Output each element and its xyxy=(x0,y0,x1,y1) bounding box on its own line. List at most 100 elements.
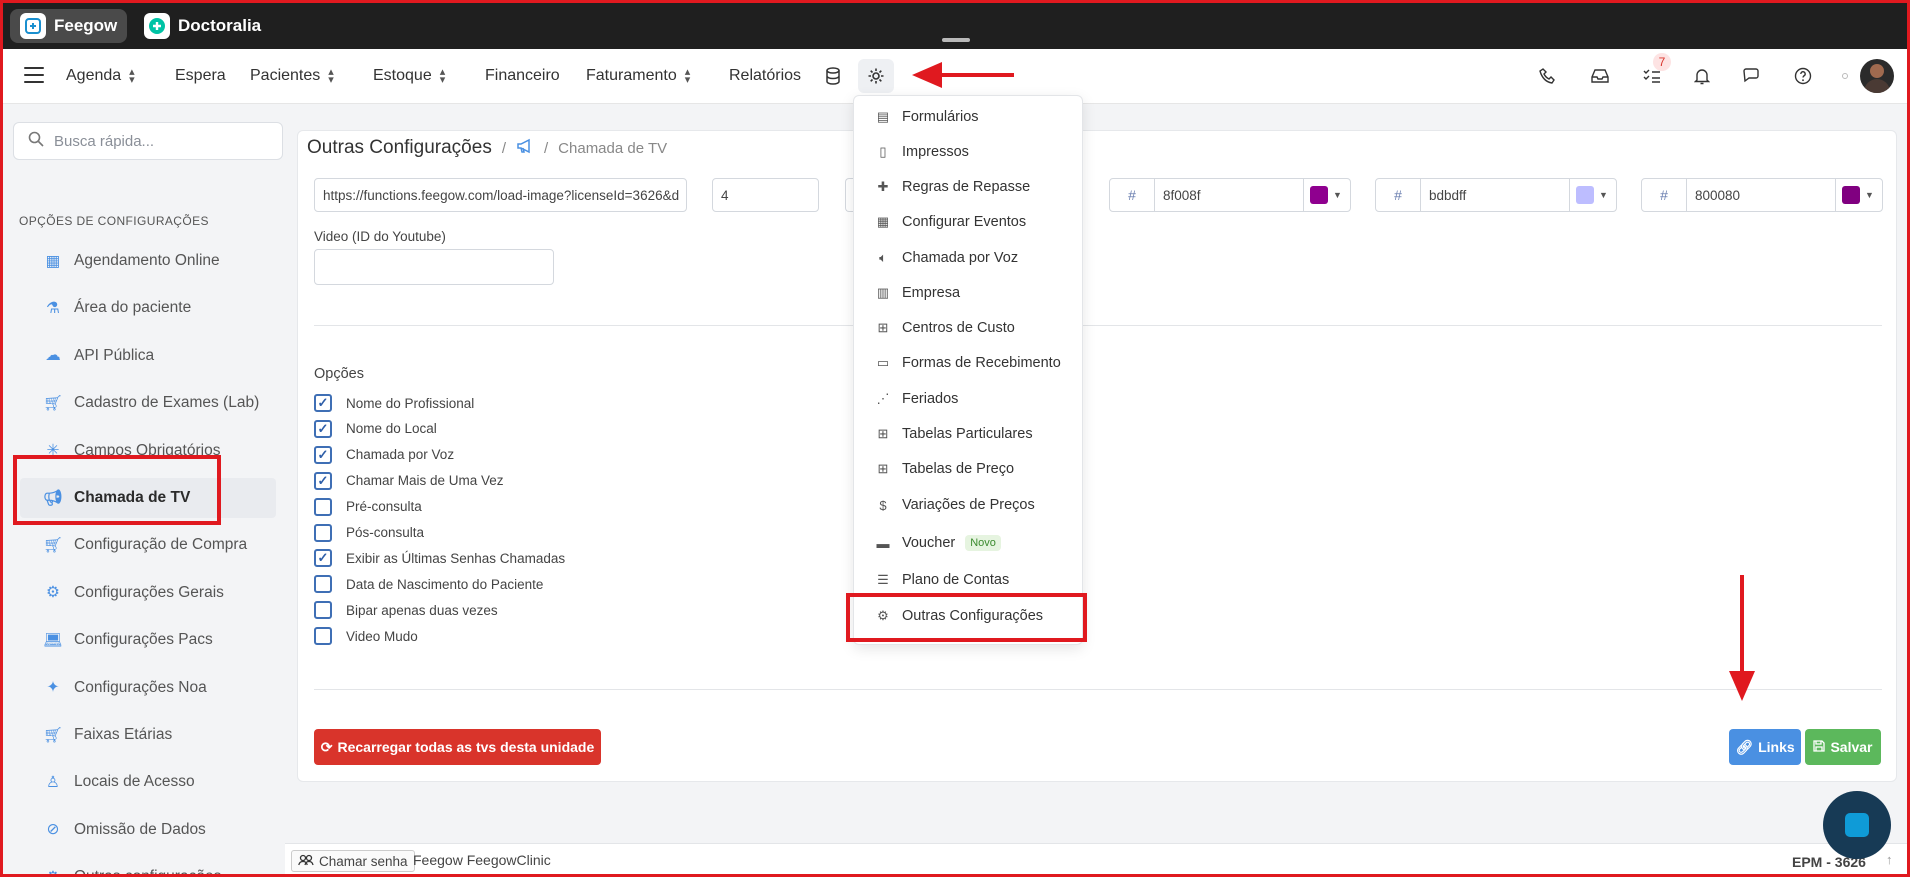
option-checkbox[interactable] xyxy=(314,523,332,542)
option-checkbox[interactable]: ✓ xyxy=(314,471,332,490)
option-row[interactable]: ✓ Chamada por Voz xyxy=(314,445,454,465)
option-row[interactable]: Data de Nascimento do Paciente xyxy=(314,574,543,594)
breadcrumb-separator: / xyxy=(501,139,506,157)
settings-menu-item[interactable]: ▬ Voucher Novo xyxy=(874,534,1001,552)
window-grip[interactable] xyxy=(942,38,970,42)
sidebar-item[interactable]: ✦ Configurações Noa xyxy=(20,668,276,708)
settings-menu-item[interactable]: ⊞ Centros de Custo xyxy=(874,319,1015,337)
sidebar-item[interactable]: ⚗ Área do paciente xyxy=(20,288,276,328)
sidebar-item[interactable]: ♙ Locais de Acesso xyxy=(20,762,276,802)
button-label: Chamar senha xyxy=(319,853,408,869)
annotation-box-sidebar xyxy=(13,455,221,525)
table-icon: ⊞ xyxy=(877,461,889,476)
sidebar-item-label: Cadastro de Exames (Lab) xyxy=(74,394,260,412)
sidebar-item[interactable]: ▦ Agendamento Online xyxy=(20,241,276,281)
color-field-2[interactable]: bdbdff xyxy=(1420,178,1570,212)
chat-icon[interactable] xyxy=(1740,64,1764,88)
option-row[interactable]: ✓ Nome do Profissional xyxy=(314,393,474,413)
app-tab-feegow[interactable]: Feegow xyxy=(10,9,128,43)
dollar-icon: $ xyxy=(879,497,887,513)
settings-menu-item[interactable]: ▦ Configurar Eventos xyxy=(874,213,1026,231)
sidebar-item[interactable]: 🛒︎ Faixas Etárias xyxy=(20,715,276,755)
option-checkbox[interactable]: ✓ xyxy=(314,394,332,412)
nav-espera[interactable]: Espera xyxy=(175,67,226,85)
color-picker-2[interactable]: ▼ xyxy=(1569,178,1617,212)
option-label: Data de Nascimento do Paciente xyxy=(346,576,544,592)
nav-agenda[interactable]: Agenda ▴ ▾ xyxy=(66,67,135,86)
database-icon[interactable] xyxy=(821,64,845,88)
search-input[interactable]: Busca rápida... xyxy=(13,122,283,160)
image-url-field[interactable]: https://functions.feegow.com/load-image?… xyxy=(314,178,687,212)
cogs-icon: ⚙ xyxy=(46,584,60,602)
settings-menu-item[interactable]: ▤ Formulários xyxy=(874,108,979,126)
settings-menu-label: Chamada por Voz xyxy=(902,250,1019,266)
nav-label: Relatórios xyxy=(729,67,802,84)
settings-menu-label: Formulários xyxy=(902,109,979,125)
option-row[interactable]: Video Mudo xyxy=(314,626,418,646)
help-icon[interactable] xyxy=(1791,64,1815,88)
puzzle-icon: ✚ xyxy=(877,179,889,194)
sidebar-item[interactable]: 💻︎ Configurações Pacs xyxy=(20,620,276,660)
color-picker-3[interactable]: ▼ xyxy=(1835,178,1883,212)
settings-menu-item[interactable]: ⋰ Feriados xyxy=(874,390,959,408)
scroll-top-icon[interactable]: ↑ xyxy=(1886,852,1893,867)
option-row[interactable]: ✓ Chamar Mais de Uma Vez xyxy=(314,471,504,491)
sidebar-item[interactable]: ⚙ Outras configurações xyxy=(20,857,276,877)
option-checkbox[interactable] xyxy=(314,627,332,646)
option-checkbox[interactable]: ✓ xyxy=(314,419,332,438)
settings-menu-item[interactable]: ⊞ Tabelas Particulares xyxy=(874,425,1033,443)
option-label: Chamada por Voz xyxy=(346,447,455,463)
sidebar-item-label: Área do paciente xyxy=(74,299,192,317)
option-row[interactable]: Pré-consulta xyxy=(314,497,422,517)
annotation-arrow-down xyxy=(1729,575,1755,701)
sidebar-item[interactable]: ⊘ Omissão de Dados xyxy=(20,810,276,850)
sidebar-item[interactable]: ⚙ Configurações Gerais xyxy=(20,573,276,613)
bell-icon[interactable] xyxy=(1690,64,1714,88)
inbox-icon[interactable] xyxy=(1588,64,1612,88)
option-checkbox[interactable] xyxy=(314,497,332,516)
gear-icon[interactable] xyxy=(864,64,888,88)
nav-estoque[interactable]: Estoque ▴ ▾ xyxy=(373,67,445,86)
sidebar-item[interactable]: 🛒︎ Cadastro de Exames (Lab) xyxy=(20,383,276,423)
settings-menu-item[interactable]: ▥ Empresa xyxy=(874,284,960,302)
color-field-1[interactable]: 8f008f xyxy=(1154,178,1304,212)
option-checkbox[interactable]: ✓ xyxy=(314,549,332,568)
phone-icon[interactable] xyxy=(1536,64,1560,88)
save-button[interactable]: Salvar xyxy=(1805,729,1881,765)
nav-financeiro[interactable]: Financeiro xyxy=(485,67,560,85)
nav-faturamento[interactable]: Faturamento ▴ ▾ xyxy=(586,67,690,86)
sidebar-item[interactable]: 🛒︎ Configuração de Compra xyxy=(20,525,276,565)
option-row[interactable]: ✓ Nome do Local xyxy=(314,419,437,439)
sparkles-icon: ✦ xyxy=(46,679,60,697)
option-row[interactable]: ✓ Exibir as Últimas Senhas Chamadas xyxy=(314,548,565,568)
settings-menu-item[interactable]: ▭ Formas de Recebimento xyxy=(874,354,1061,372)
option-checkbox[interactable] xyxy=(314,601,332,620)
option-checkbox[interactable]: ✓ xyxy=(314,445,332,464)
app-tab-doctoralia[interactable]: Doctoralia xyxy=(134,9,271,43)
menu-toggle-icon[interactable] xyxy=(24,67,44,88)
support-chat-button[interactable] xyxy=(1823,791,1891,859)
reload-tvs-button[interactable]: ⟳ Recarregar todas as tvs desta unidade xyxy=(314,729,601,765)
settings-menu-item[interactable]: ✚ Regras de Repasse xyxy=(874,178,1031,196)
nav-relatorios[interactable]: Relatórios xyxy=(729,67,801,85)
links-button[interactable]: 🔗︎ Links xyxy=(1729,729,1801,765)
settings-menu-item[interactable]: ☰ Plano de Contas xyxy=(874,571,1009,589)
option-row[interactable]: Bipar apenas duas vezes xyxy=(314,600,498,620)
nav-pacientes[interactable]: Pacientes ▴ ▾ xyxy=(250,67,334,86)
color-picker-1[interactable]: ▼ xyxy=(1303,178,1351,212)
option-checkbox[interactable] xyxy=(314,575,332,594)
app-tab-label: Feegow xyxy=(54,16,118,35)
settings-menu-item[interactable]: $ Variações de Preços xyxy=(874,496,1034,514)
settings-menu-item[interactable]: ⊞ Tabelas de Preço xyxy=(874,460,1015,478)
video-id-input[interactable] xyxy=(314,249,554,285)
settings-menu-item[interactable]: ▯ Impressos xyxy=(874,143,968,161)
option-row[interactable]: Pós-consulta xyxy=(314,523,424,543)
search-icon xyxy=(28,131,44,151)
color-swatch xyxy=(1310,186,1328,204)
avatar[interactable] xyxy=(1860,59,1894,93)
sidebar-item[interactable]: ☁ API Pública xyxy=(20,336,276,376)
call-ticket-button[interactable]: Chamar senha xyxy=(291,850,415,872)
settings-menu-item[interactable]: 🔈︎ Chamada por Voz xyxy=(874,249,1018,267)
number-field[interactable]: 4 xyxy=(712,178,819,212)
color-field-3[interactable]: 800080 xyxy=(1686,178,1836,212)
